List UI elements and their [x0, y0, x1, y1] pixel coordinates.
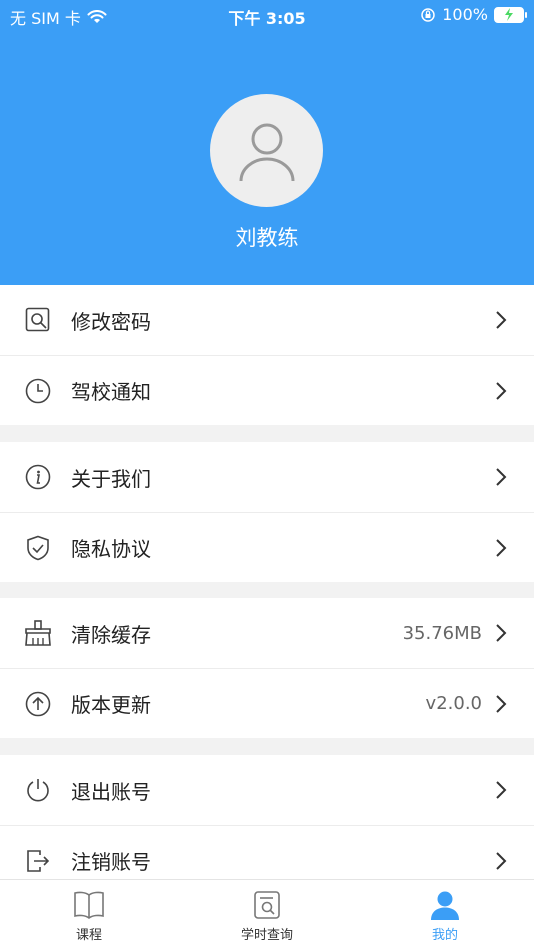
- tab-label: 我的: [431, 928, 458, 943]
- menu-group-app: 清除缓存 35.76MB 版本更新 v2.0.0: [0, 598, 534, 738]
- menu-label: 关于我们: [71, 466, 151, 491]
- chevron-right-icon: [496, 781, 507, 799]
- menu-group-account: 修改密码 驾校通知: [0, 285, 534, 425]
- chevron-right-icon: [496, 851, 507, 870]
- menu-group-info: 关于我们 隐私协议: [0, 442, 534, 582]
- chevron-right-icon: [496, 381, 507, 400]
- battery-percent: 100%: [442, 5, 488, 24]
- avatar[interactable]: [210, 94, 323, 207]
- chevron-right-icon: [496, 624, 507, 642]
- tab-mine[interactable]: 我的: [356, 880, 534, 950]
- exit-icon: [24, 847, 52, 875]
- tab-hours-query[interactable]: 学时查询: [178, 880, 356, 950]
- battery-icon: [494, 6, 527, 23]
- menu-label: 退出账号: [71, 779, 151, 804]
- broom-icon: [24, 619, 52, 647]
- tab-label: 学时查询: [240, 928, 293, 943]
- orientation-lock-icon: [421, 7, 435, 22]
- clock-icon: [24, 377, 52, 405]
- chevron-right-icon: [496, 468, 507, 486]
- power-icon: [24, 776, 52, 804]
- document-search-icon: [254, 891, 280, 919]
- user-icon: [239, 123, 294, 181]
- info-icon: [24, 463, 52, 491]
- menu-label: 版本更新: [71, 693, 151, 717]
- menu-item-logout[interactable]: 退出账号: [0, 755, 534, 825]
- menu-item-privacy[interactable]: 隐私协议: [0, 512, 534, 582]
- menu-item-about-us[interactable]: 关于我们: [0, 442, 534, 512]
- tab-bar: 课程 学时查询 我的: [0, 879, 534, 950]
- chevron-right-icon: [496, 311, 507, 329]
- menu-item-delete-account[interactable]: 注销账号: [0, 825, 534, 879]
- person-icon: [431, 891, 459, 920]
- menu-item-version-update[interactable]: 版本更新 v2.0.0: [0, 668, 534, 738]
- menu-label: 隐私协议: [71, 537, 151, 561]
- menu-item-school-notice[interactable]: 驾校通知: [0, 355, 534, 425]
- menu-label: 修改密码: [71, 309, 151, 334]
- profile-name: 刘教练: [235, 226, 299, 250]
- menu-item-clear-cache[interactable]: 清除缓存 35.76MB: [0, 598, 534, 668]
- tab-label: 课程: [75, 928, 102, 943]
- menu-label: 清除缓存: [71, 622, 151, 647]
- version-text: v2.0.0: [425, 693, 482, 714]
- cache-size: 35.76MB: [402, 622, 482, 644]
- profile-header: 无 SIM 卡 下午 3:05 100% 刘教练: [0, 0, 534, 285]
- menu-label: 注销账号: [71, 850, 151, 874]
- shield-check-icon: [24, 534, 52, 562]
- password-search-icon: [24, 306, 52, 334]
- chevron-right-icon: [496, 538, 507, 557]
- status-bar: 无 SIM 卡 下午 3:05 100%: [0, 0, 534, 30]
- book-icon: [74, 891, 104, 919]
- tab-courses[interactable]: 课程: [0, 880, 178, 950]
- upload-arrow-icon: [24, 690, 52, 718]
- menu-label: 驾校通知: [71, 380, 151, 404]
- menu-group-session: 退出账号 注销账号: [0, 755, 534, 879]
- menu-item-change-password[interactable]: 修改密码: [0, 285, 534, 355]
- chevron-right-icon: [496, 694, 507, 713]
